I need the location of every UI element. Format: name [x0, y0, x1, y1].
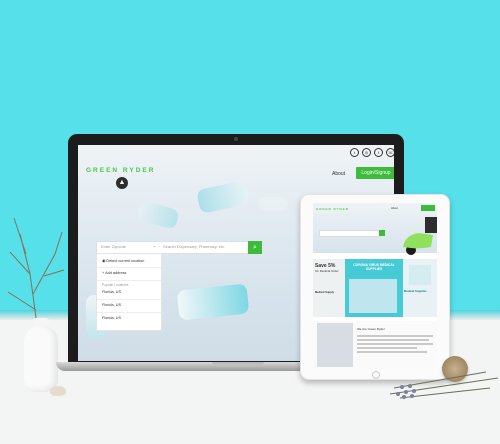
doctor-image [317, 323, 353, 367]
save-subtitle: On Medical Order [315, 269, 339, 273]
laptop-notch [212, 362, 264, 365]
add-address-label: Add address [105, 271, 127, 275]
text-line [357, 339, 429, 341]
tablet-search-bar[interactable] [319, 230, 381, 237]
location-item[interactable]: Florida, US [102, 290, 121, 294]
phone-icon[interactable]: ☏ [386, 148, 394, 157]
text-line [357, 347, 417, 349]
nav-about-link[interactable]: About [332, 171, 345, 177]
tablet-home-button[interactable] [372, 371, 380, 379]
chevron-down-icon[interactable]: ⌄ [153, 243, 156, 248]
site-logo-icon[interactable]: ▲ [116, 177, 128, 189]
divider [97, 299, 161, 300]
location-dropdown: ◉ Detect current location + Add address … [96, 253, 162, 331]
facebook-icon[interactable]: f [374, 148, 383, 157]
twitter-icon[interactable]: t [350, 148, 359, 157]
gloves-image [349, 279, 397, 313]
tablet-login-button[interactable] [421, 205, 435, 211]
tablet-device: GREEN RYDER About Save 5% On Medical Ord… [300, 194, 450, 380]
detect-location-option[interactable]: ◉ Detect current location [102, 258, 144, 263]
login-signup-button[interactable]: Login/Signup [356, 167, 394, 179]
location-item[interactable]: Florida, US [102, 316, 121, 320]
add-address-option[interactable]: + Add address [102, 271, 126, 275]
divider [97, 267, 161, 268]
tablet-screen: GREEN RYDER About Save 5% On Medical Ord… [313, 203, 437, 369]
medical-supply-label: Medical Supply [315, 291, 334, 294]
seashell-decoration [50, 386, 66, 396]
capsule-decoration [136, 200, 180, 230]
tablet-nav-about[interactable]: About [391, 207, 398, 210]
white-vase [24, 326, 58, 392]
tablet-search-button[interactable] [379, 230, 385, 236]
corona-promo-title: CORONA VIRUS MEDICAL SUPPLIES [353, 263, 395, 271]
instagram-icon[interactable]: ◎ [362, 148, 371, 157]
search-input[interactable]: Search Dispensary, Pharmacy, etc. [163, 244, 225, 249]
capsule-decoration [196, 180, 250, 214]
divider [97, 280, 161, 281]
social-bar: t ◎ f ☏ [78, 145, 394, 157]
branch-decoration [7, 217, 65, 333]
location-item[interactable]: Florida, US [102, 303, 121, 307]
divider [97, 312, 161, 313]
location-input[interactable]: Enter Zipcode [101, 244, 126, 249]
capsule-decoration [258, 197, 288, 211]
text-line [357, 351, 427, 353]
lavender-decoration [390, 371, 499, 399]
text-line [357, 335, 433, 337]
about-section-title: We Are Green Ryder [357, 327, 385, 331]
popular-locations-header: Popular Locations [102, 283, 129, 287]
capsule-decoration [176, 283, 250, 321]
tablet-scooter-illustration [403, 217, 437, 255]
site-logo-text[interactable]: GREEN RYDER [86, 167, 155, 174]
tablet-logo[interactable]: GREEN RYDER [316, 207, 349, 211]
mask-image [409, 265, 431, 285]
text-line [357, 343, 433, 345]
laptop-camera [234, 137, 238, 141]
detect-location-label: Detect current location [106, 259, 145, 263]
medical-supplies-label: Medical Supplies [404, 289, 427, 293]
